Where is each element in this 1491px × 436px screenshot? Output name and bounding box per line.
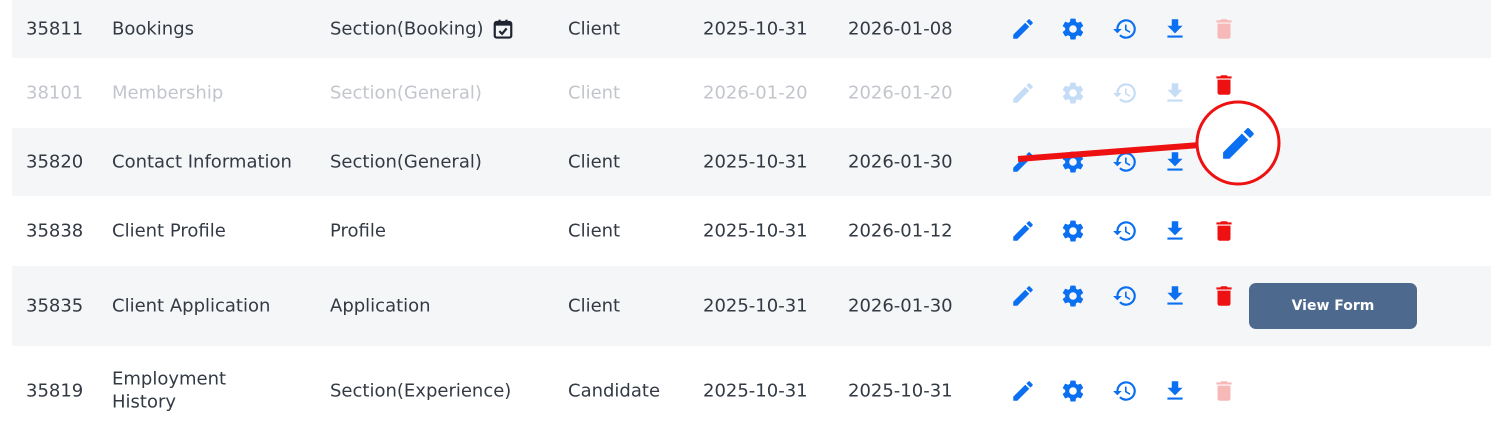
history-icon[interactable] bbox=[1112, 16, 1138, 42]
gear-icon[interactable] bbox=[1060, 149, 1086, 175]
row-name[interactable]: Client Profile bbox=[112, 219, 226, 242]
row-type-label: Application bbox=[330, 295, 431, 317]
row-created-date: 2025-10-31 bbox=[703, 295, 808, 317]
download-icon[interactable] bbox=[1162, 218, 1188, 244]
row-type-detail: (Booking) bbox=[396, 18, 484, 40]
pencil-icon[interactable] bbox=[1010, 16, 1036, 42]
table-row: 35838 Client Profile Profile Client 2025… bbox=[12, 196, 1491, 266]
history-icon[interactable] bbox=[1112, 378, 1138, 404]
row-type: Application bbox=[330, 294, 431, 317]
download-icon[interactable] bbox=[1162, 378, 1188, 404]
view-form-button[interactable]: View Form bbox=[1249, 283, 1417, 329]
trash-icon bbox=[1211, 378, 1237, 404]
row-updated-date: 2025-10-31 bbox=[848, 380, 953, 402]
download-icon[interactable] bbox=[1162, 16, 1188, 42]
row-type: Profile bbox=[330, 219, 386, 242]
calendar-check-icon bbox=[493, 19, 512, 39]
row-type-detail: (Experience) bbox=[396, 380, 512, 402]
gear-icon[interactable] bbox=[1060, 218, 1086, 244]
row-updated-date: 2026-01-30 bbox=[848, 151, 953, 173]
row-id: 35820 bbox=[26, 151, 84, 173]
row-type-label: Profile bbox=[330, 220, 386, 242]
pencil-icon bbox=[1010, 80, 1036, 106]
row-owner: Client bbox=[568, 220, 621, 242]
row-type-label: Section bbox=[330, 151, 397, 173]
gear-icon[interactable] bbox=[1060, 283, 1086, 309]
row-updated-date: 2026-01-20 bbox=[848, 82, 953, 104]
row-updated-date: 2026-01-30 bbox=[848, 295, 953, 317]
table-row: 35811 Bookings Section (Booking) Client … bbox=[12, 0, 1491, 58]
row-created-date: 2025-10-31 bbox=[703, 380, 808, 402]
row-name[interactable]: Contact Information bbox=[112, 150, 292, 173]
pencil-icon[interactable] bbox=[1010, 149, 1036, 175]
row-created-date: 2026-01-20 bbox=[703, 82, 808, 104]
row-type-detail: (General) bbox=[396, 82, 482, 104]
row-type: Section (Booking) bbox=[330, 17, 514, 40]
history-icon[interactable] bbox=[1112, 149, 1138, 175]
row-updated-date: 2026-01-12 bbox=[848, 220, 953, 242]
row-id: 38101 bbox=[26, 82, 84, 104]
row-owner: Client bbox=[568, 18, 621, 40]
table-row: 35820 Contact Information Section (Gener… bbox=[12, 128, 1491, 196]
row-owner: Candidate bbox=[568, 380, 661, 402]
pencil-icon[interactable] bbox=[1010, 283, 1036, 309]
row-created-date: 2025-10-31 bbox=[703, 151, 808, 173]
row-name[interactable]: Employment History bbox=[112, 368, 262, 415]
row-type-label: Section bbox=[330, 18, 397, 40]
gear-icon[interactable] bbox=[1060, 16, 1086, 42]
row-type: Section (Experience) bbox=[330, 379, 511, 402]
trash-icon[interactable] bbox=[1211, 283, 1237, 309]
download-icon[interactable] bbox=[1162, 283, 1188, 309]
pencil-icon[interactable] bbox=[1010, 218, 1036, 244]
trash-icon[interactable] bbox=[1211, 72, 1237, 98]
row-id: 35819 bbox=[26, 380, 84, 402]
row-type-label: Section bbox=[330, 380, 397, 402]
pencil-icon[interactable] bbox=[1010, 378, 1036, 404]
row-owner: Client bbox=[568, 151, 621, 173]
table-row: 35819 Employment History Section (Experi… bbox=[12, 346, 1491, 436]
row-created-date: 2025-10-31 bbox=[703, 18, 808, 40]
trash-icon[interactable] bbox=[1211, 218, 1237, 244]
download-icon bbox=[1162, 80, 1188, 106]
row-id: 35838 bbox=[26, 220, 84, 242]
gear-icon[interactable] bbox=[1060, 378, 1086, 404]
history-icon[interactable] bbox=[1112, 283, 1138, 309]
row-name: Membership bbox=[112, 82, 224, 104]
row-created-date: 2025-10-31 bbox=[703, 220, 808, 242]
row-type-label: Section bbox=[330, 82, 397, 104]
row-updated-date: 2026-01-08 bbox=[848, 18, 953, 40]
row-name[interactable]: Bookings bbox=[112, 17, 194, 40]
row-id: 35835 bbox=[26, 295, 84, 317]
row-type-detail: (General) bbox=[396, 151, 482, 173]
row-name[interactable]: Client Application bbox=[112, 294, 270, 317]
trash-icon bbox=[1211, 16, 1237, 42]
gear-icon bbox=[1060, 80, 1086, 106]
table-row: 38101 Membership Section (General) Clien… bbox=[12, 58, 1491, 128]
row-owner: Client bbox=[568, 295, 621, 317]
history-icon bbox=[1112, 80, 1138, 106]
download-icon[interactable] bbox=[1162, 149, 1188, 175]
row-type: Section (General) bbox=[330, 81, 482, 104]
history-icon[interactable] bbox=[1112, 218, 1138, 244]
table-row: 35835 Client Application Application Cli… bbox=[12, 266, 1491, 346]
row-id: 35811 bbox=[26, 18, 84, 40]
row-type: Section (General) bbox=[330, 150, 482, 173]
row-owner: Client bbox=[568, 82, 621, 104]
